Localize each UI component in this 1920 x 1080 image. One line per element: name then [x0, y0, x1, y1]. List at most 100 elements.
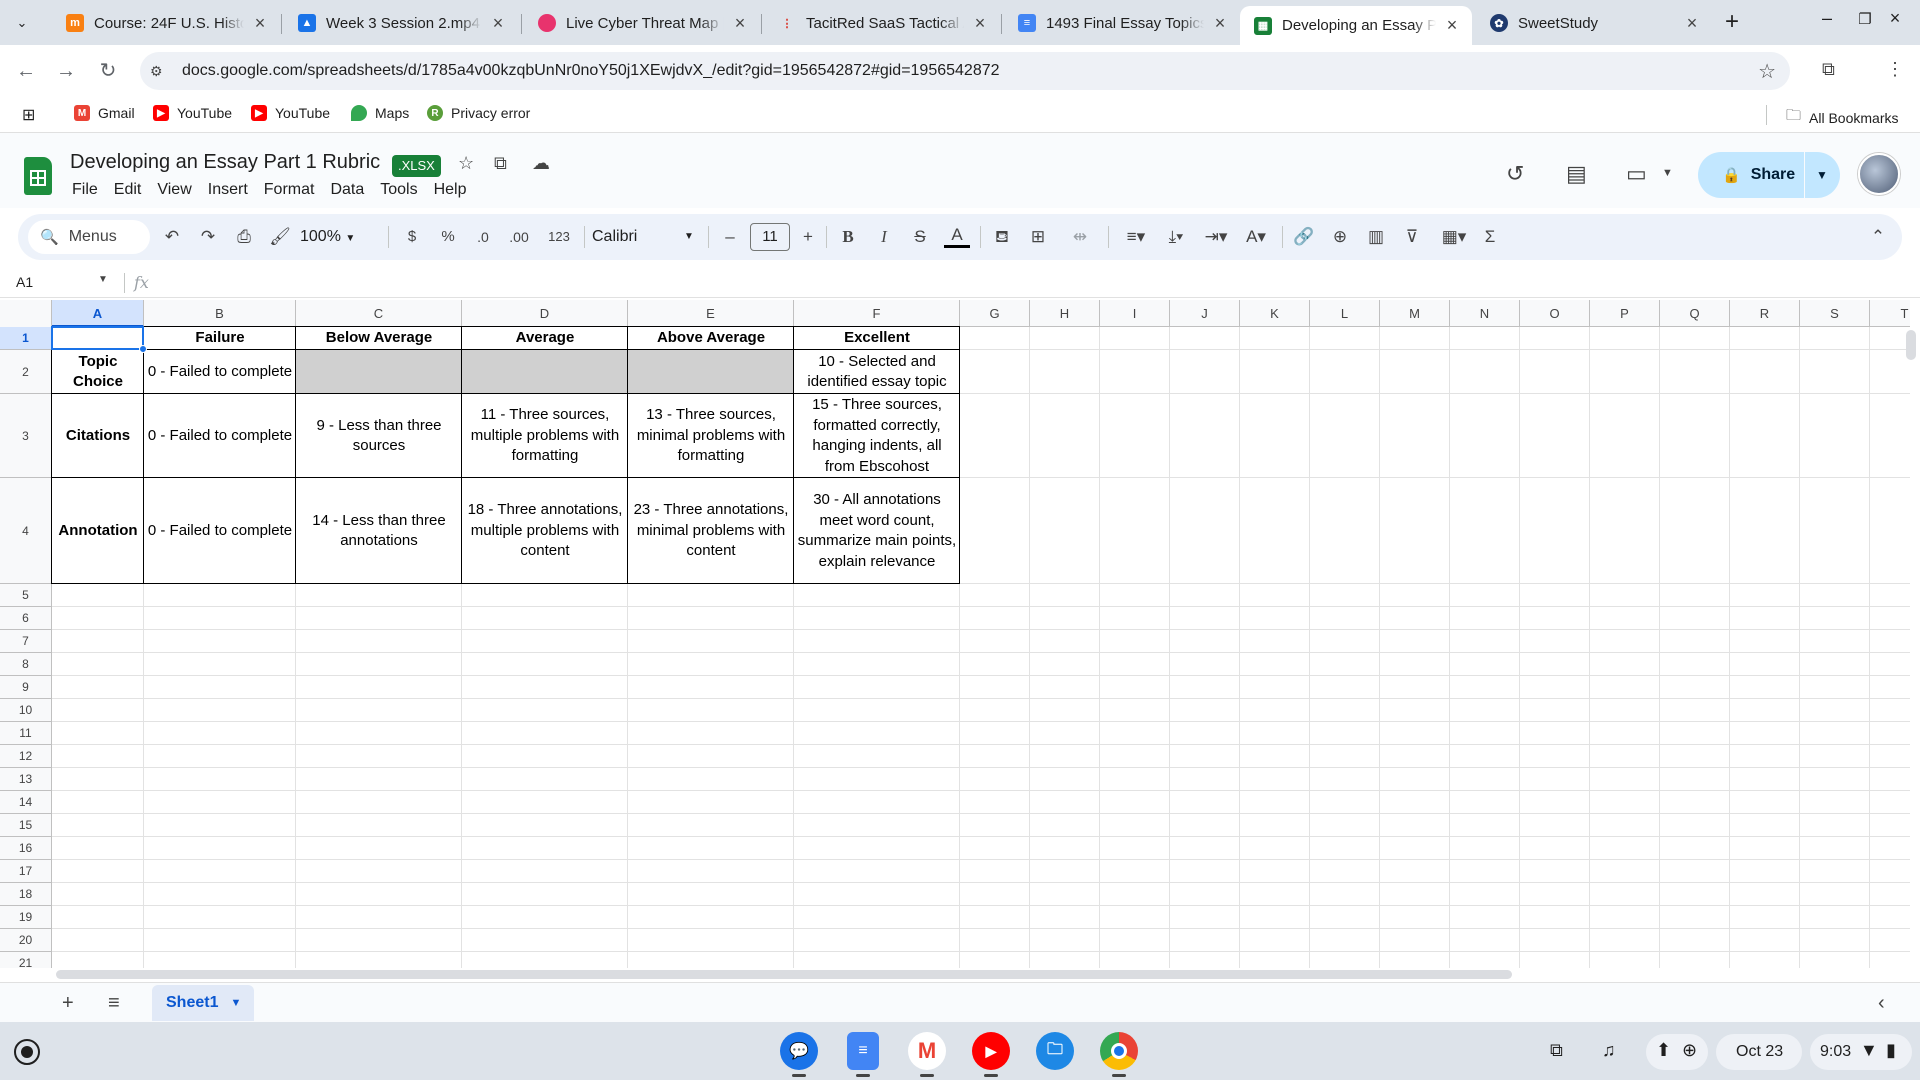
browser-tab[interactable]: ⋮ TacitRed SaaS Tactical At ×	[764, 6, 1000, 40]
horizontal-scrollbar[interactable]	[56, 970, 1512, 979]
text-wrapping-icon[interactable]: ⇥▾	[1198, 224, 1234, 250]
rubric-cell[interactable]: 11 - Three sources, multiple problems wi…	[462, 394, 628, 478]
rubric-cell[interactable]: 10 - Selected and identified essay topic	[794, 350, 960, 394]
sheet-tab[interactable]: Sheet1 ▼	[152, 985, 254, 1021]
row-header[interactable]: 2	[0, 350, 52, 394]
column-heading-cell[interactable]: Above Average	[628, 327, 794, 350]
media-controls-icon[interactable]: ♫	[1602, 1040, 1616, 1061]
number-format-button[interactable]: 123	[542, 224, 576, 250]
paint-format-icon[interactable]: 🖌	[268, 224, 292, 250]
merge-cells-icon[interactable]: ⇹	[1062, 224, 1098, 250]
row-header[interactable]: 7	[0, 630, 52, 653]
horizontal-align-icon[interactable]: ≡▾	[1118, 224, 1154, 250]
extensions-icon[interactable]: ⧉	[1822, 59, 1835, 80]
column-header[interactable]: S	[1800, 300, 1870, 327]
row-header[interactable]: 18	[0, 883, 52, 906]
browser-tab[interactable]: m Course: 24F U.S. History ×	[52, 6, 280, 40]
redo-icon[interactable]: ↷	[196, 224, 220, 250]
browser-tab[interactable]: ✿ SweetStudy ×	[1476, 6, 1712, 40]
minimize-icon[interactable]: –	[1812, 8, 1842, 29]
insert-chart-icon[interactable]: ▥	[1364, 224, 1388, 250]
zoom-select[interactable]: 100% ▼	[300, 224, 370, 250]
row-header[interactable]: 19	[0, 906, 52, 929]
column-header[interactable]: M	[1380, 300, 1450, 327]
all-sheets-icon[interactable]: ≡	[108, 992, 120, 1015]
close-icon[interactable]: ×	[1442, 15, 1462, 36]
bookmark-youtube[interactable]: ▶ YouTube	[153, 105, 232, 121]
borders-icon[interactable]: ⊞	[1026, 224, 1050, 250]
forward-icon[interactable]: →	[52, 57, 80, 85]
column-header[interactable]: R	[1730, 300, 1800, 327]
insert-link-icon[interactable]: 🔗	[1292, 224, 1316, 250]
filter-icon[interactable]: ⊽	[1400, 224, 1424, 250]
row-header[interactable]: 5	[0, 584, 52, 607]
increase-font-size-icon[interactable]: +	[798, 224, 818, 250]
name-box-dropdown-icon[interactable]: ▼	[98, 274, 108, 285]
row-header[interactable]: 21	[0, 952, 52, 968]
apps-grid-icon[interactable]: ⊞	[22, 105, 35, 125]
column-header[interactable]: O	[1520, 300, 1590, 327]
all-bookmarks[interactable]: 🗀 All Bookmarks	[1786, 105, 1898, 130]
row-header[interactable]: 4	[0, 478, 52, 584]
row-heading-cell[interactable]: Annotation	[52, 478, 144, 584]
bookmark-youtube[interactable]: ▶ YouTube	[251, 105, 330, 121]
column-header[interactable]: T	[1870, 300, 1910, 327]
column-header[interactable]: F	[794, 300, 960, 327]
bold-icon[interactable]: B	[836, 224, 860, 250]
font-size-input[interactable]: 11	[750, 223, 790, 251]
close-icon[interactable]: ×	[970, 13, 990, 34]
share-dropdown-icon[interactable]: ▼	[1816, 168, 1828, 182]
currency-format-button[interactable]: $	[402, 224, 422, 250]
column-header[interactable]: Q	[1660, 300, 1730, 327]
row-header[interactable]: 11	[0, 722, 52, 745]
files-icon[interactable]: 🗀	[1036, 1032, 1074, 1070]
rubric-cell[interactable]: 18 - Three annotations, multiple problem…	[462, 478, 628, 584]
bookmark-maps[interactable]: Maps	[351, 105, 409, 121]
select-all-corner[interactable]	[0, 300, 52, 327]
decrease-decimal-button[interactable]: .0	[470, 224, 496, 250]
chrome-icon[interactable]	[1100, 1032, 1138, 1070]
avatar[interactable]	[1858, 153, 1900, 195]
increase-decimal-button[interactable]: .00	[504, 224, 534, 250]
column-header[interactable]: B	[144, 300, 296, 327]
filter-views-icon[interactable]: ▦▾	[1436, 224, 1472, 250]
menus-search-button[interactable]: 🔍 Menus	[28, 220, 150, 254]
comments-icon[interactable]: ▤	[1566, 161, 1587, 187]
column-header[interactable]: E	[628, 300, 794, 327]
column-header[interactable]: D	[462, 300, 628, 327]
sheet-tab-dropdown-icon[interactable]: ▼	[230, 997, 241, 1009]
row-header[interactable]: 10	[0, 699, 52, 722]
column-header[interactable]: I	[1100, 300, 1170, 327]
text-rotation-icon[interactable]: A▾	[1238, 224, 1274, 250]
menu-tools[interactable]: Tools	[372, 181, 425, 199]
address-bar[interactable]: ⚙ docs.google.com/spreadsheets/d/1785a4v…	[140, 52, 1790, 90]
decrease-font-size-icon[interactable]: –	[720, 224, 740, 250]
row-header[interactable]: 13	[0, 768, 52, 791]
column-heading-cell[interactable]: Excellent	[794, 327, 960, 350]
row-header[interactable]: 15	[0, 814, 52, 837]
column-header[interactable]: L	[1310, 300, 1380, 327]
shaded-cell-range[interactable]	[296, 350, 794, 394]
menu-insert[interactable]: Insert	[200, 181, 256, 199]
restore-icon[interactable]: ❐	[1850, 10, 1880, 28]
row-header[interactable]: 6	[0, 607, 52, 630]
close-icon[interactable]: ×	[488, 13, 508, 34]
row-header[interactable]: 12	[0, 745, 52, 768]
bookmark-privacy-error[interactable]: R Privacy error	[427, 105, 530, 121]
column-header[interactable]: P	[1590, 300, 1660, 327]
column-header[interactable]: A	[52, 300, 144, 327]
close-icon[interactable]: ×	[250, 13, 270, 34]
chrome-menu-icon[interactable]: ⋮	[1886, 59, 1904, 80]
column-header[interactable]: J	[1170, 300, 1240, 327]
functions-icon[interactable]: Σ	[1478, 224, 1502, 250]
spreadsheet-grid[interactable]: ABCDEFGHIJKLMNOPQRST 1 2 3 4 5 6 7 8 9 10 11 12 13 14…	[0, 300, 1910, 968]
move-folder-icon[interactable]: ⧉	[494, 153, 507, 174]
rubric-cell[interactable]: 0 - Failed to complete	[144, 394, 296, 478]
menu-view[interactable]: View	[149, 181, 199, 199]
active-cell-selection[interactable]	[51, 326, 144, 350]
vertical-align-icon[interactable]: ⤓▾	[1158, 224, 1194, 250]
column-header[interactable]: K	[1240, 300, 1310, 327]
row-header[interactable]: 1	[0, 327, 52, 350]
meet-dropdown-icon[interactable]: ▼	[1662, 167, 1673, 179]
bookmark-gmail[interactable]: M Gmail	[74, 105, 135, 121]
